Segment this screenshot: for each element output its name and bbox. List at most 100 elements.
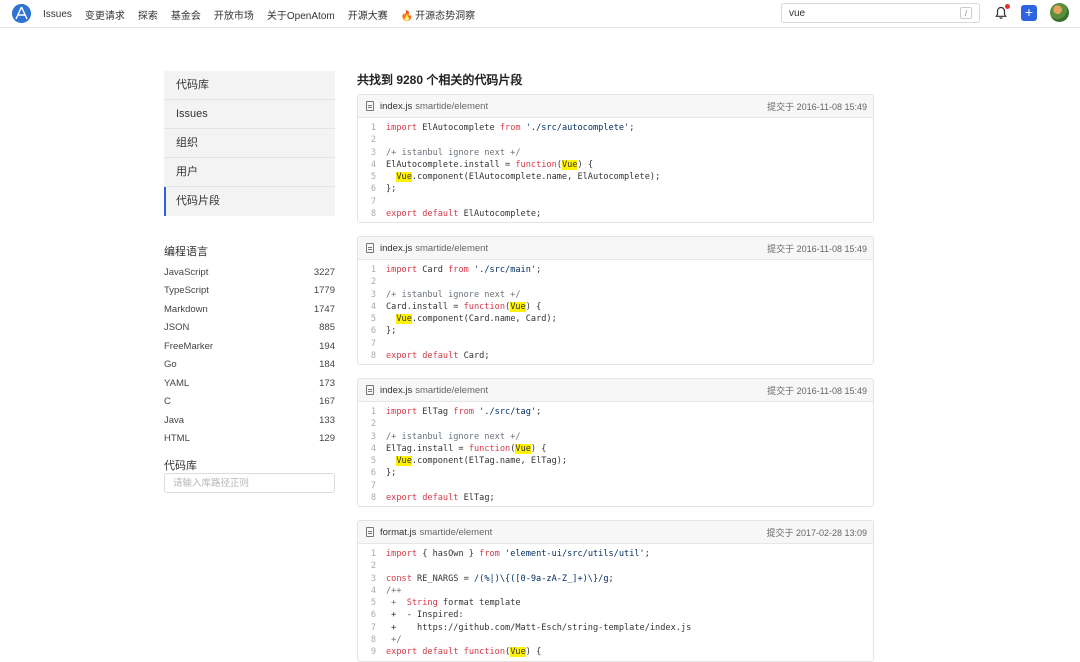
code-token: './src/tag' — [479, 407, 537, 417]
language-filter-item[interactable]: Go 184 — [164, 356, 335, 375]
line-number: 4 — [370, 443, 376, 454]
line-number: 7 — [370, 480, 376, 491]
code-token: .component(ElTag.name, ElTag); — [411, 456, 568, 467]
code-text: }; — [386, 183, 396, 195]
line-number: 5 — [370, 314, 376, 325]
code-line: 8 export default Card; — [358, 350, 873, 362]
line-number: 5 — [370, 456, 376, 467]
code-text: Vue.component(ElTag.name, ElTag); — [386, 455, 567, 467]
menu-item-users[interactable]: 用户 — [164, 158, 335, 187]
language-name: Go — [164, 359, 177, 371]
language-filter-item[interactable]: JavaScript 3227 — [164, 263, 335, 282]
code-token: const — [386, 573, 412, 584]
code-token: ; — [629, 123, 635, 133]
menu-item-repositories[interactable]: 代码库 — [164, 71, 335, 100]
nav-open-source-contest[interactable]: 开源大赛 — [348, 7, 388, 22]
language-filter-item[interactable]: FreeMarker 194 — [164, 337, 335, 356]
snippet-file-name[interactable]: index.js — [380, 101, 412, 112]
language-filter-item[interactable]: C 167 — [164, 393, 335, 412]
file-icon — [366, 527, 374, 537]
code-line: 7 — [358, 338, 873, 350]
snippet-file-name[interactable]: index.js — [380, 243, 412, 254]
snippet-repo-name[interactable]: smartide/element — [419, 527, 492, 538]
menu-item-code-snippets[interactable]: 代码片段 — [164, 187, 335, 216]
code-token: './src/autocomplete' — [525, 123, 630, 133]
code-token: Card; — [458, 351, 490, 362]
snippet-header: index.js smartide/element 提交于 2016-11-08 1… — [358, 237, 873, 260]
code-snippet-card: index.js smartide/element 提交于 2016-11-08 1… — [357, 236, 874, 366]
code-line: 3 /+ istanbul ignore next +/ — [358, 431, 873, 443]
snippet-header: index.js smartide/element 提交于 2016-11-08 1… — [358, 95, 873, 118]
create-new-button[interactable]: + — [1021, 5, 1037, 21]
code-line: 5 Vue.component(ElAutocomplete.name, ElA… — [358, 171, 873, 183]
menu-item-organizations[interactable]: 组织 — [164, 129, 335, 158]
nav-foundation[interactable]: 基金会 — [171, 7, 201, 22]
repo-path-regex-input[interactable] — [165, 474, 334, 492]
nav-explore[interactable]: 探索 — [138, 7, 158, 22]
snippet-commit-time: 提交于 2016-11-08 15:49 — [767, 385, 867, 396]
language-filter-item[interactable]: Markdown 1747 — [164, 300, 335, 319]
search-shortcut-key: / — [960, 7, 972, 19]
search-input[interactable] — [782, 4, 952, 22]
language-name: FreeMarker — [164, 340, 214, 352]
language-name: YAML — [164, 377, 190, 389]
language-filter-item[interactable]: TypeScript 1779 — [164, 282, 335, 301]
language-filter-item[interactable]: Java 133 — [164, 411, 335, 430]
language-filter-item[interactable]: HTML 129 — [164, 430, 335, 449]
menu-item-issues[interactable]: Issues — [164, 100, 335, 129]
user-avatar[interactable] — [1050, 3, 1069, 22]
code-token: RE_NARGS = — [411, 573, 474, 584]
nav-issues[interactable]: Issues — [43, 9, 72, 20]
code-token: ; — [644, 549, 650, 559]
code-snippet-card: index.js smartide/element 提交于 2016-11-08 1… — [357, 378, 874, 508]
code-token: default — [422, 209, 459, 220]
code-line: 2 — [358, 418, 873, 430]
code-token: export — [386, 351, 418, 362]
code-token: from — [448, 265, 469, 275]
language-count: 173 — [319, 377, 335, 389]
language-count: 184 — [319, 359, 335, 371]
snippet-file-name[interactable]: index.js — [380, 385, 412, 396]
line-number: 2 — [370, 277, 376, 288]
openatom-logo-icon[interactable] — [12, 4, 31, 23]
code-line: 4 ElTag.install = function(Vue) { — [358, 443, 873, 455]
code-line: 5 + String format template — [358, 597, 873, 609]
language-count: 1747 — [313, 303, 335, 315]
code-token: /++ — [386, 585, 402, 596]
nav-open-source-insight[interactable]: 🔥 开源态势洞察 — [401, 7, 475, 22]
code-text: Vue.component(Card.name, Card); — [386, 313, 557, 325]
line-number: 2 — [370, 135, 376, 146]
snippet-repo-name[interactable]: smartide/element — [415, 385, 488, 396]
code-line: 6 + - Inspired: — [358, 609, 873, 621]
nav-about-openatom[interactable]: 关于OpenAtom — [267, 7, 335, 22]
code-token: export — [386, 493, 418, 504]
language-count: 3227 — [313, 266, 335, 278]
code-text: +/ — [386, 634, 401, 646]
language-filter-item[interactable]: YAML 173 — [164, 374, 335, 393]
nav-pull-requests[interactable]: 变更请求 — [85, 7, 125, 22]
top-navigation-bar: Issues 变更请求 探索 基金会 开放市场 关于OpenAtom 开源大赛 … — [0, 0, 1080, 28]
code-text: export default Card; — [386, 350, 490, 362]
code-text: import ElAutocomplete from './src/autoco… — [386, 122, 634, 134]
code-token: function — [468, 443, 511, 454]
language-filter-item[interactable]: JSON 885 — [164, 319, 335, 338]
code-token: ElTag; — [458, 493, 495, 504]
snippet-repo-name[interactable]: smartide/element — [415, 101, 488, 112]
main-nav: Issues 变更请求 探索 基金会 开放市场 关于OpenAtom 开源大赛 … — [43, 0, 475, 28]
notification-bell-icon[interactable] — [994, 4, 1010, 20]
search-match-highlight: Vue — [561, 159, 578, 170]
code-line: 4 Card.install = function(Vue) { — [358, 301, 873, 313]
code-token: { hasOwn } — [417, 549, 480, 559]
code-token: + — [386, 598, 407, 609]
snippet-file-name[interactable]: format.js — [380, 527, 416, 538]
line-number: 8 — [370, 635, 376, 646]
nav-open-market[interactable]: 开放市场 — [214, 7, 254, 22]
code-line: 1 import ElTag from './src/tag'; — [358, 406, 873, 418]
code-line: 8 export default ElTag; — [358, 492, 873, 504]
code-token: import — [386, 407, 418, 417]
line-number: 8 — [370, 493, 376, 504]
code-text: ElAutocomplete.install = function(Vue) { — [386, 159, 593, 171]
snippet-repo-name[interactable]: smartide/element — [415, 243, 488, 254]
code-token: /+ istanbul ignore next +/ — [386, 147, 521, 158]
